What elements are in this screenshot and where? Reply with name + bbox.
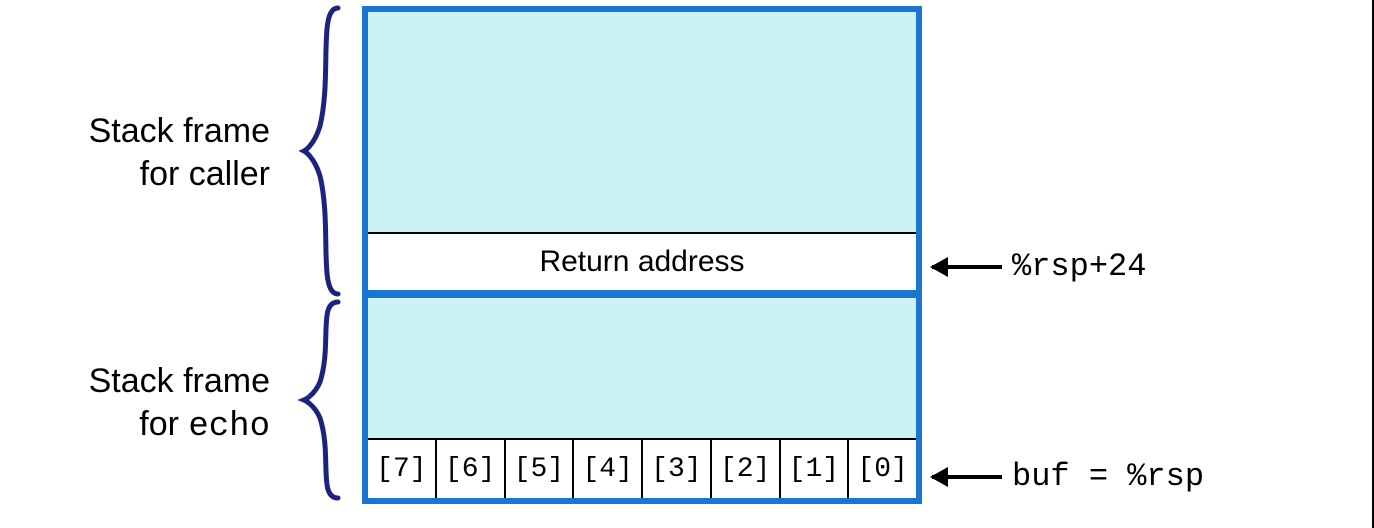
- label-caller-line1: Stack frame: [0, 110, 270, 153]
- buf-cell-4: [4]: [574, 440, 643, 498]
- label-echo-line2: for echo: [0, 403, 270, 449]
- brace-caller: [300, 6, 340, 296]
- return-address-text: Return address: [539, 245, 744, 279]
- buf-cell-1: [1]: [781, 440, 850, 498]
- frame-divider: [368, 290, 916, 298]
- pointer-buf: buf = %rsp: [932, 458, 1204, 495]
- pointer-buf-label: buf = %rsp: [1012, 458, 1204, 495]
- echo-frame-padding: [368, 298, 916, 438]
- buf-row: [7] [6] [5] [4] [3] [2] [1] [0]: [368, 438, 916, 498]
- diagram-root: Stack frame for caller Stack frame for e…: [0, 0, 1374, 528]
- buf-cell-0: [0]: [849, 440, 916, 498]
- caller-frame-area: [368, 12, 916, 232]
- brace-echo: [300, 300, 340, 500]
- buf-cell-7: [7]: [368, 440, 437, 498]
- label-echo-line1: Stack frame: [0, 360, 270, 403]
- stack-box: Return address [7] [6] [5] [4] [3] [2] […: [362, 6, 922, 504]
- label-caller-line2: for caller: [0, 153, 270, 196]
- pointer-rsp24-label: %rsp+24: [1012, 248, 1146, 285]
- arrow-icon: [932, 265, 1002, 269]
- buf-cell-3: [3]: [643, 440, 712, 498]
- label-caller-frame: Stack frame for caller: [0, 110, 270, 195]
- label-echo-frame: Stack frame for echo: [0, 360, 270, 448]
- arrow-icon: [932, 475, 1002, 479]
- buf-cell-6: [6]: [437, 440, 506, 498]
- return-address-row: Return address: [368, 232, 916, 290]
- buf-cell-5: [5]: [506, 440, 575, 498]
- pointer-rsp24: %rsp+24: [932, 248, 1146, 285]
- buf-cell-2: [2]: [712, 440, 781, 498]
